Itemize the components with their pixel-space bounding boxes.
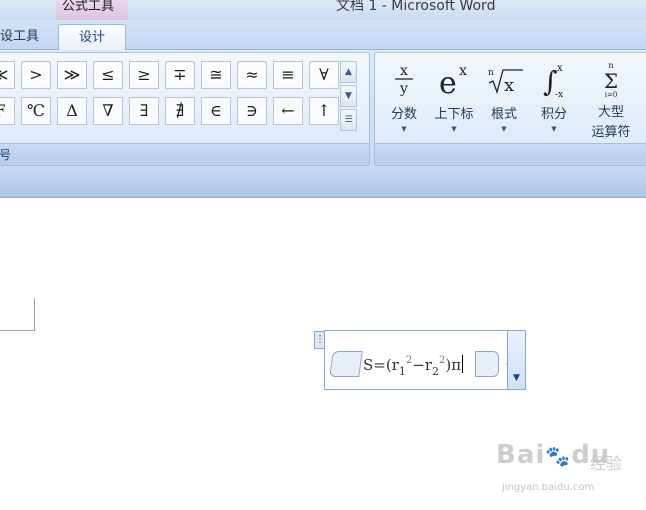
- chevron-down-icon: ▼: [451, 125, 457, 133]
- symbol-button[interactable]: ∋: [237, 97, 267, 125]
- tab-design[interactable]: 设计: [58, 24, 126, 50]
- svg-text:x: x: [459, 63, 467, 79]
- text-boundary-mark: [0, 298, 35, 331]
- svg-text:n: n: [488, 68, 494, 78]
- radical-icon: n x: [479, 59, 529, 99]
- symbol-button[interactable]: ≪: [0, 61, 15, 89]
- eq-mid: −r: [412, 356, 432, 374]
- svg-text:x: x: [557, 63, 563, 74]
- symbol-button[interactable]: ∀: [309, 61, 339, 89]
- text-cursor: [462, 355, 464, 373]
- chevron-down-icon: ▼: [401, 125, 407, 133]
- ribbon-tabs: 设工具 设计: [0, 20, 646, 50]
- gallery-down-button[interactable]: ▼: [340, 85, 357, 107]
- svg-text:Σ: Σ: [604, 69, 618, 93]
- ribbon-bottom-band: [0, 168, 646, 198]
- svg-text:y: y: [399, 81, 408, 97]
- symbol-button[interactable]: F: [0, 97, 15, 125]
- radical-button[interactable]: n x 根式 ▼: [479, 59, 529, 149]
- eq-sup2: 2: [439, 355, 446, 366]
- symbol-button[interactable]: ∓: [165, 61, 195, 89]
- symbol-button[interactable]: ≡: [273, 61, 303, 89]
- fraction-icon: x y: [379, 59, 429, 99]
- document-page[interactable]: ⋮ S=(r12−r22)π • ▼ Bai🐾du 经验 jingyan.bai…: [0, 199, 646, 510]
- svg-text:i=0: i=0: [605, 91, 618, 99]
- symbols-group: ≪>≫≤≥∓≅≈≡∀ F℃Δ∇∃∄∈∋←↑ ▲ ▼ ☰ 号: [0, 52, 370, 166]
- equation-left-cap: [329, 351, 363, 377]
- svg-text:e: e: [439, 66, 457, 99]
- watermark-url: jingyan.baidu.com: [502, 482, 595, 493]
- symbol-button[interactable]: ↑: [309, 97, 339, 125]
- svg-text:-x: -x: [555, 90, 563, 99]
- eq-sup1: 2: [405, 355, 413, 366]
- equation-text[interactable]: S=(r12−r22)π: [363, 355, 464, 378]
- fraction-label: 分数: [390, 107, 417, 122]
- baidu-watermark: Bai🐾du 经验 jingyan.baidu.com: [496, 440, 646, 506]
- superscript-icon: e x: [429, 59, 479, 101]
- symbol-button[interactable]: ≥: [129, 61, 159, 89]
- large-operator-label: 大型 运算符: [591, 105, 631, 140]
- symbol-button[interactable]: ℃: [21, 97, 51, 125]
- symbol-button[interactable]: ≅: [201, 61, 231, 89]
- script-label: 上下标: [434, 107, 474, 122]
- symbol-button[interactable]: ←: [273, 97, 303, 125]
- symbol-button[interactable]: ∇: [93, 97, 123, 125]
- gallery-up-button[interactable]: ▲: [340, 61, 357, 83]
- symbol-button[interactable]: ≈: [237, 61, 267, 89]
- integral-label: 积分: [540, 107, 567, 122]
- script-button[interactable]: e x 上下标 ▼: [429, 59, 479, 149]
- window-title: 文档 1 - Microsoft Word: [336, 0, 496, 14]
- symbol-button[interactable]: ∈: [201, 97, 231, 125]
- symbol-button[interactable]: ∃: [129, 97, 159, 125]
- svg-text:x: x: [400, 63, 408, 79]
- tab-layout[interactable]: 设工具: [0, 24, 50, 50]
- eq-sub2: 2: [432, 365, 439, 378]
- word-window: 公式工具 文档 1 - Microsoft Word 设工具 设计 ≪ > ≫ ≤ ≥ ∓…: [0, 0, 646, 510]
- symbol-button[interactable]: ≤: [93, 61, 123, 89]
- structures-group: x y 分数 ▼ e x 上下标 ▼ n x 根式 ▼ ∫ x -x 积分 ▼ …: [374, 52, 646, 166]
- symbol-button[interactable]: Δ: [57, 97, 87, 125]
- structures-group-footer: [375, 143, 646, 165]
- symbol-button[interactable]: >: [21, 61, 51, 89]
- equation-options-dropdown[interactable]: ▼: [507, 331, 525, 389]
- paw-icon: 🐾: [545, 444, 572, 468]
- symbol-button[interactable]: ≫: [57, 61, 87, 89]
- eq-sub1: 1: [398, 365, 406, 378]
- watermark-cn: 经验: [590, 454, 623, 473]
- eq-lead: S=(r: [363, 356, 399, 374]
- symbols-group-label: 号: [0, 143, 369, 165]
- equation-grip-handle[interactable]: ⋮: [314, 331, 325, 349]
- chevron-down-icon: ▼: [551, 125, 557, 133]
- symbols-gallery-scroll: ▲ ▼ ☰: [340, 61, 357, 131]
- equation-right-cap: [475, 351, 499, 377]
- radical-label: 根式: [490, 107, 517, 122]
- equation-container[interactable]: ⋮ S=(r12−r22)π • ▼: [314, 330, 526, 390]
- ribbon: ≪>≫≤≥∓≅≈≡∀ F℃Δ∇∃∄∈∋←↑ ▲ ▼ ☰ 号 x y 分数: [0, 50, 646, 168]
- symbol-button[interactable]: ∄: [165, 97, 195, 125]
- gallery-more-button[interactable]: ☰: [340, 109, 357, 131]
- chevron-down-icon: ▼: [501, 125, 507, 133]
- title-bar: 公式工具 文档 1 - Microsoft Word: [0, 0, 646, 20]
- integral-icon: ∫ x -x: [529, 59, 579, 100]
- summation-icon: n Σ i=0: [579, 59, 643, 99]
- integral-button[interactable]: ∫ x -x 积分 ▼: [529, 59, 579, 149]
- fraction-button[interactable]: x y 分数 ▼: [379, 59, 429, 149]
- equation-tools-context-label: 公式工具: [56, 0, 128, 20]
- svg-text:x: x: [504, 75, 514, 96]
- eq-tail: )π: [445, 356, 462, 374]
- large-operator-button[interactable]: n Σ i=0 大型 运算符: [579, 59, 643, 149]
